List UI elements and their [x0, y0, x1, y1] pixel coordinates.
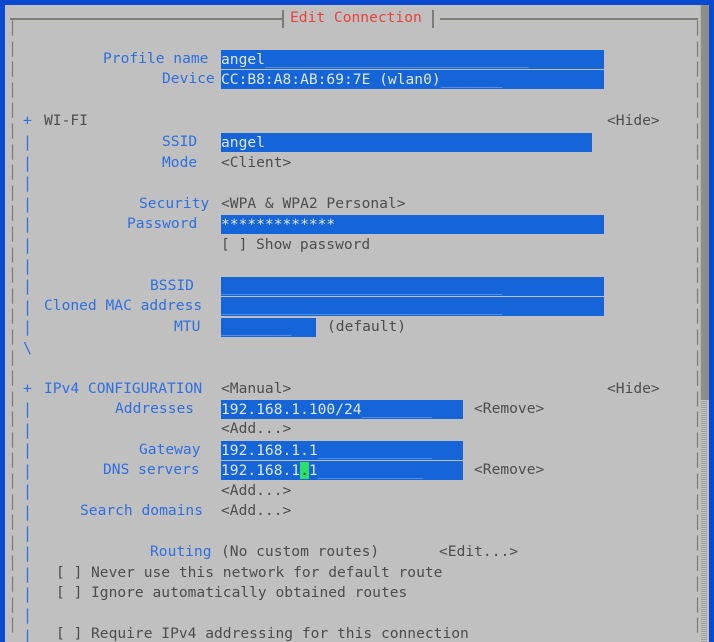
gateway-value: 192.168.1.1 — [221, 442, 318, 459]
mtu-fill: ________ — [221, 319, 292, 336]
search-domains-label: Search domains — [80, 502, 204, 519]
dns-servers-value-after: 1 — [308, 462, 318, 479]
device-value: CC:B8:A8:AB:69:7E (wlan0) — [221, 71, 441, 88]
routing-value: (No custom routes) — [221, 543, 380, 560]
vertical-scrollbar[interactable] — [699, 5, 709, 642]
ipv4-section-title: IPv4 CONFIGURATION — [44, 380, 203, 397]
dns-servers-add-button[interactable]: <Add...> — [221, 481, 291, 502]
cloned-mac-fill: ________________________________ — [221, 298, 503, 315]
ssid-label: SSID — [162, 133, 198, 150]
dns-servers-remove-button[interactable]: <Remove> — [474, 460, 544, 481]
addresses-label: Addresses — [115, 400, 195, 417]
ssid-value: angel — [221, 134, 265, 151]
ipv4-section-marker[interactable]: + — [23, 379, 32, 400]
password-value: ************* — [221, 216, 336, 233]
ignore-auto-routes-checkbox[interactable]: [ ] — [56, 583, 82, 604]
profile-name-value: angel — [221, 51, 265, 68]
security-label: Security — [139, 195, 210, 212]
device-fill: _______ — [440, 71, 503, 88]
require-ipv4-label: Require IPv4 addressing for this connect… — [91, 625, 469, 642]
addresses-value: 192.168.1.100/24 — [221, 401, 362, 418]
search-domains-add-button[interactable]: <Add...> — [221, 501, 291, 522]
mode-select[interactable]: <Client> — [221, 153, 291, 174]
mtu-default-hint: (default) — [327, 318, 407, 335]
wifi-section-marker[interactable]: + — [23, 111, 32, 132]
addresses-input[interactable]: 192.168.1.100/24________ — [221, 400, 463, 419]
terminal-screen: Edit Connection | | | | | | | | | | | | … — [0, 0, 714, 642]
bssid-input[interactable]: ________________________________ — [221, 277, 604, 296]
routing-edit-button[interactable]: <Edit...> — [439, 542, 518, 563]
addresses-fill: ________ — [361, 401, 432, 418]
wifi-section-hide-toggle[interactable]: <Hide> — [607, 111, 660, 132]
window-border-left: | | | | | | | | | | | | | | | | | | | | … — [8, 18, 18, 634]
gateway-input[interactable]: 192.168.1.1_____________ — [221, 441, 463, 460]
dns-servers-value-before: 192.168.1 — [221, 462, 301, 479]
dns-servers-fill: ____________ — [317, 462, 424, 479]
titlebar-rule-left — [10, 18, 282, 20]
ipv4-tree-pipes: | | | | | | | | | | | | | — [23, 400, 33, 642]
device-input[interactable]: CC:B8:A8:AB:69:7E (wlan0)_______ — [221, 70, 604, 89]
profile-name-input[interactable]: angel______________________________ — [221, 50, 604, 69]
nmtui-console: Edit Connection | | | | | | | | | | | | … — [5, 5, 709, 642]
bssid-label: BSSID — [150, 277, 194, 294]
addresses-remove-button[interactable]: <Remove> — [474, 399, 544, 420]
wifi-section-title: WI-FI — [44, 112, 88, 129]
text-cursor: . — [300, 462, 309, 479]
ssid-input[interactable]: angel — [221, 133, 592, 152]
require-ipv4-checkbox[interactable]: [ ] — [56, 624, 82, 642]
device-label: Device — [162, 70, 215, 87]
password-label: Password — [127, 215, 198, 232]
show-password-label: Show password — [256, 236, 371, 253]
gateway-fill: _____________ — [317, 442, 432, 459]
routing-label: Routing — [150, 543, 212, 560]
password-input[interactable]: ************* — [221, 215, 604, 234]
bssid-fill: ________________________________ — [221, 278, 503, 295]
ipv4-section-hide-toggle[interactable]: <Hide> — [607, 379, 660, 400]
mtu-input[interactable]: ________ — [221, 318, 316, 337]
profile-name-fill: ______________________________ — [264, 51, 529, 68]
dns-servers-label: DNS servers — [103, 461, 200, 478]
ipv4-method-select[interactable]: <Manual> — [221, 379, 291, 400]
addresses-add-button[interactable]: <Add...> — [221, 419, 291, 440]
scrollbar-thumb[interactable] — [700, 5, 709, 400]
wifi-tree-pipes: | | | | | | | | | | \ — [23, 133, 33, 357]
cloned-mac-label: Cloned MAC address — [44, 297, 203, 314]
show-password-checkbox[interactable]: [ ] — [221, 235, 247, 256]
window-titlebar: Edit Connection — [8, 7, 706, 29]
titlebar-tick-right — [432, 10, 434, 28]
mode-label: Mode — [162, 154, 198, 171]
titlebar-tick-left — [282, 10, 284, 28]
gateway-label: Gateway — [139, 441, 201, 458]
security-select[interactable]: <WPA & WPA2 Personal> — [221, 194, 406, 215]
mtu-label: MTU — [174, 318, 201, 335]
never-default-route-label: Never use this network for default route — [91, 564, 443, 581]
profile-name-label: Profile name — [103, 50, 209, 67]
dns-servers-input[interactable]: 192.168.1.1____________ — [221, 461, 463, 480]
window-title: Edit Connection — [290, 9, 422, 26]
ignore-auto-routes-label: Ignore automatically obtained routes — [91, 584, 408, 601]
never-default-route-checkbox[interactable]: [ ] — [56, 563, 82, 584]
titlebar-rule-right — [440, 18, 698, 20]
cloned-mac-input[interactable]: ________________________________ — [221, 297, 604, 316]
